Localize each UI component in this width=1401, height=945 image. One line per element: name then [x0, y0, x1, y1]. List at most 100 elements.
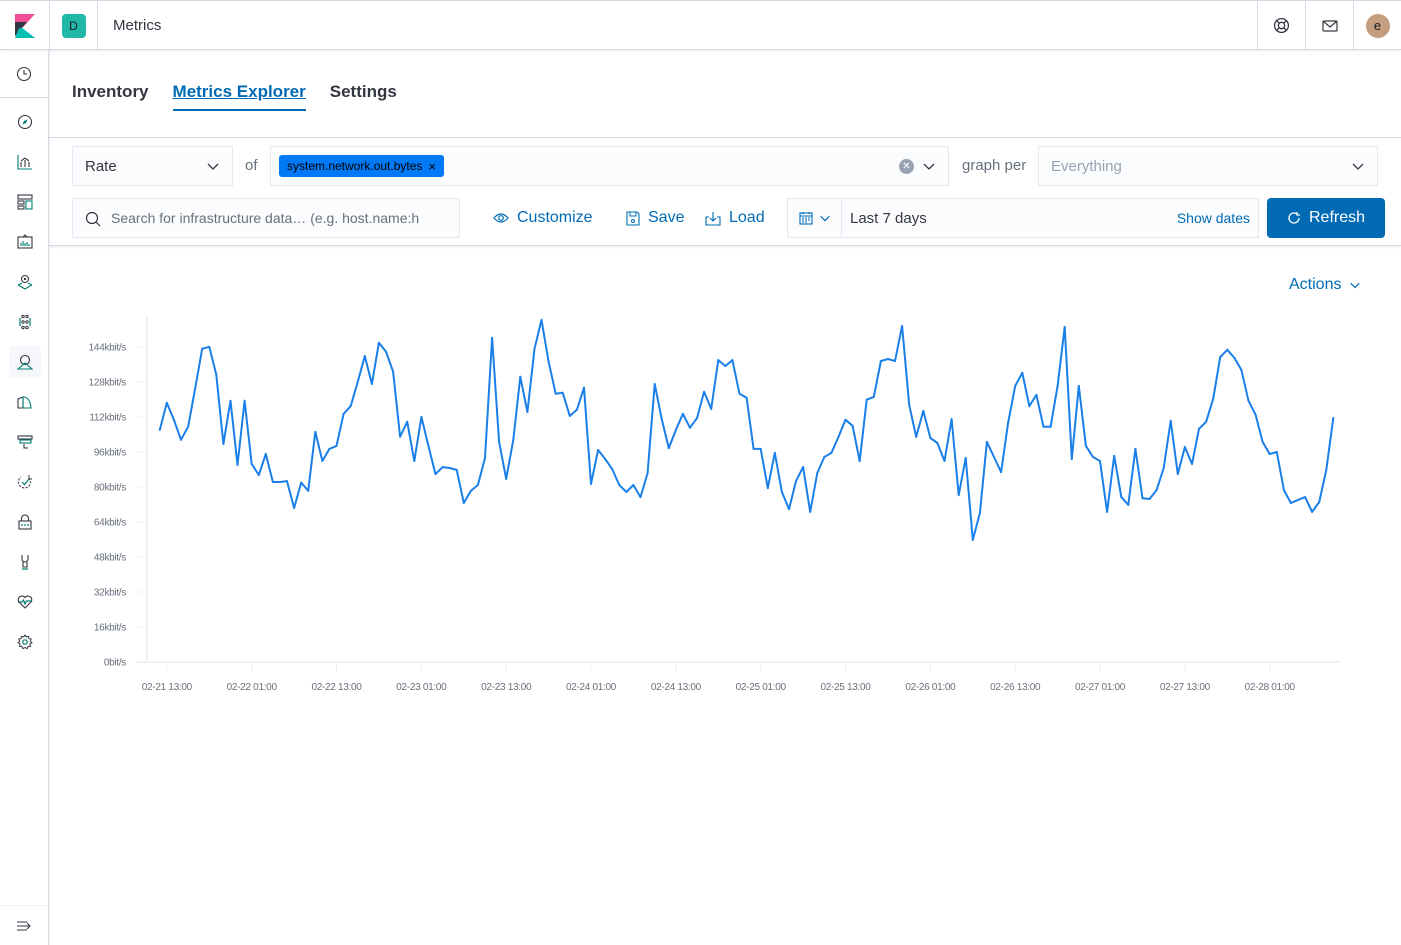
data-point [929, 437, 932, 439]
data-point [1261, 440, 1264, 443]
data-point [321, 460, 324, 462]
nav-siem[interactable] [0, 502, 49, 542]
data-point [759, 447, 762, 450]
nav-monitoring[interactable] [0, 582, 49, 622]
uptime-icon [17, 475, 32, 489]
tab-metrics-explorer[interactable]: Metrics Explorer [172, 82, 306, 111]
search-icon [85, 211, 101, 227]
space-avatar: D [61, 13, 86, 38]
nav-uptime[interactable] [0, 462, 49, 502]
data-point [964, 456, 967, 459]
wrench-icon [20, 555, 29, 570]
group-by-select[interactable]: Everything [1038, 146, 1378, 186]
save-button[interactable]: Save [626, 209, 684, 227]
tab-settings[interactable]: Settings [330, 82, 397, 111]
refresh-button[interactable]: Refresh [1267, 198, 1385, 238]
refresh-label: Refresh [1308, 209, 1366, 226]
help-button[interactable] [1257, 1, 1305, 50]
chevron-down-icon [1352, 163, 1364, 170]
data-point [1169, 419, 1172, 422]
show-dates-link[interactable]: Show dates [1177, 210, 1250, 226]
data-point [243, 399, 246, 402]
quick-select-button[interactable] [788, 199, 842, 237]
data-point [1318, 501, 1321, 504]
customize-button[interactable]: Customize [493, 209, 593, 227]
data-point [264, 453, 267, 455]
data-point [773, 451, 776, 454]
data-point [1063, 325, 1066, 328]
metric-pill[interactable]: system.network.out.bytes × [279, 155, 444, 177]
data-point [1141, 497, 1144, 500]
data-point [879, 360, 882, 362]
metrics-toolbar: Rate of system.network.out.bytes × ✕ gra… [49, 138, 1401, 246]
machine-learning-icon [18, 314, 31, 330]
chevron-down-icon[interactable] [922, 159, 936, 173]
data-point [172, 418, 175, 421]
data-point [547, 360, 550, 363]
data-point [583, 386, 585, 389]
refresh-icon [1288, 212, 1300, 224]
menu-collapse-icon [17, 920, 31, 931]
data-point [236, 463, 239, 466]
data-point [1070, 458, 1073, 460]
date-range-value[interactable]: Last 7 days [842, 210, 927, 227]
actions-menu-button[interactable]: Actions [1289, 276, 1361, 294]
nav-machine-learning[interactable] [0, 302, 49, 342]
data-point [1106, 510, 1109, 513]
x-tick-label: 02-26 01:00 [905, 682, 956, 693]
aggregation-select[interactable]: Rate [72, 146, 233, 186]
search-input[interactable]: Search for infrastructure data… (e.g. ho… [72, 198, 460, 238]
nav-management[interactable] [0, 622, 49, 662]
data-point [1268, 453, 1271, 455]
data-point [1127, 503, 1130, 506]
nav-recently-viewed[interactable] [0, 50, 48, 98]
nav-canvas[interactable] [0, 222, 49, 262]
chevron-down-icon [819, 215, 830, 222]
data-point [441, 466, 444, 469]
metric-combobox[interactable]: system.network.out.bytes × ✕ [270, 146, 949, 186]
heartbeat-icon [17, 595, 32, 609]
pill-remove-icon[interactable]: × [428, 159, 436, 174]
space-selector[interactable]: D [49, 1, 98, 50]
y-axis: 0bit/s 16kbit/s 32kbit/s 48kbit/s 64kbit/s 80… [89, 315, 148, 669]
data-point [823, 456, 826, 458]
newsfeed-button[interactable] [1305, 1, 1353, 50]
data-point [858, 460, 861, 462]
save-label: Save [648, 209, 685, 226]
data-point [1212, 397, 1215, 400]
data-point [837, 435, 840, 438]
nav-apm[interactable] [0, 422, 49, 462]
clear-icon[interactable]: ✕ [899, 159, 914, 174]
nav-visualize[interactable] [0, 142, 49, 182]
data-point [1183, 446, 1186, 448]
nav-metrics[interactable] [0, 342, 49, 382]
x-tick-label: 02-26 13:00 [990, 682, 1041, 693]
data-point [420, 416, 423, 418]
data-point [1042, 425, 1045, 428]
data-point [1035, 393, 1038, 396]
nav-logs[interactable] [0, 382, 49, 422]
data-point [568, 414, 571, 417]
nav-dashboard[interactable] [0, 182, 49, 222]
data-point [957, 494, 960, 497]
y-tick-label: 0bit/s [104, 658, 126, 669]
x-tick-label: 02-27 13:00 [1160, 682, 1211, 693]
nav-maps[interactable] [0, 262, 49, 302]
data-point [830, 451, 833, 454]
data-point [1028, 405, 1031, 408]
nav-dev-tools[interactable] [0, 542, 49, 582]
nav-discover[interactable] [0, 102, 49, 142]
kibana-logo[interactable] [0, 1, 49, 50]
data-point [1155, 489, 1158, 492]
user-menu-button[interactable]: e [1353, 1, 1401, 50]
nav-collapse-button[interactable] [0, 905, 48, 945]
data-point [1247, 399, 1250, 402]
data-point [872, 395, 875, 398]
load-button[interactable]: Load [705, 209, 765, 227]
data-point [802, 466, 805, 469]
x-tick-label: 02-25 13:00 [820, 682, 871, 693]
chevron-down-icon [207, 163, 219, 170]
tab-inventory[interactable]: Inventory [72, 82, 149, 111]
y-tick-label: 144kbit/s [89, 343, 127, 354]
data-point [342, 412, 345, 415]
